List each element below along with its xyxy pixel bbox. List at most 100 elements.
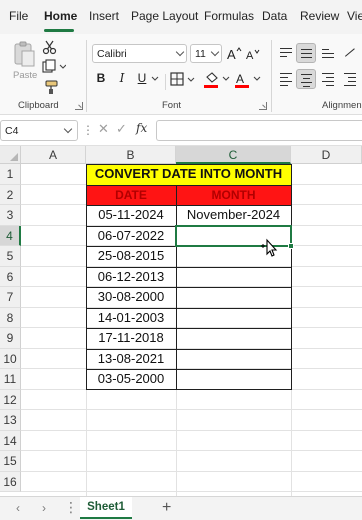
svg-text:A: A bbox=[246, 50, 254, 61]
month-header-cell[interactable]: MONTH bbox=[176, 184, 291, 205]
font-size-dropdown[interactable]: 11 bbox=[190, 44, 222, 63]
month-cell[interactable] bbox=[176, 267, 291, 288]
italic-button[interactable]: I bbox=[114, 71, 130, 85]
month-cell[interactable] bbox=[176, 349, 291, 370]
row-header-6[interactable]: 6 bbox=[0, 266, 21, 287]
date-cell[interactable]: 13-08-2021 bbox=[86, 349, 176, 370]
row-header-14[interactable]: 14 bbox=[0, 430, 21, 451]
row-header-12[interactable]: 12 bbox=[0, 389, 21, 410]
name-box[interactable]: C4 bbox=[0, 120, 78, 141]
select-all-button[interactable] bbox=[0, 146, 21, 164]
tab-insert[interactable]: Insert bbox=[89, 9, 119, 23]
date-cell[interactable]: 14-01-2003 bbox=[86, 308, 176, 329]
group-divider bbox=[86, 40, 87, 112]
month-cell[interactable]: November-2024 bbox=[176, 205, 291, 226]
ribbon-tab-bar: File Home Insert Page Layout Formulas Da… bbox=[0, 0, 362, 34]
row-header-13[interactable]: 13 bbox=[0, 410, 21, 431]
tab-view[interactable]: Vie bbox=[347, 9, 362, 23]
move-cursor-icon bbox=[261, 238, 278, 257]
row-header-7[interactable]: 7 bbox=[0, 287, 21, 308]
underline-button[interactable]: U bbox=[134, 71, 150, 85]
date-cell[interactable]: 06-07-2022 bbox=[86, 226, 176, 247]
enter-icon[interactable]: ✓ bbox=[116, 121, 127, 137]
chevron-down-icon[interactable] bbox=[150, 75, 160, 83]
format-painter-icon[interactable] bbox=[44, 80, 60, 95]
row-header-10[interactable]: 10 bbox=[0, 348, 21, 369]
fill-handle[interactable] bbox=[288, 243, 294, 249]
align-middle-button[interactable] bbox=[296, 43, 316, 63]
row-header-2[interactable]: 2 bbox=[0, 184, 21, 205]
date-cell[interactable]: 06-12-2013 bbox=[86, 267, 176, 288]
date-cell[interactable]: 30-08-2000 bbox=[86, 287, 176, 308]
tab-review[interactable]: Review bbox=[300, 9, 339, 23]
column-header-d[interactable]: D bbox=[291, 146, 362, 164]
month-cell[interactable] bbox=[176, 308, 291, 329]
month-cell[interactable] bbox=[176, 369, 291, 390]
add-sheet-button[interactable]: + bbox=[162, 499, 171, 517]
insert-function-button[interactable]: fx bbox=[136, 121, 147, 135]
align-center-button[interactable] bbox=[296, 69, 316, 89]
tab-page-layout[interactable]: Page Layout bbox=[131, 9, 198, 23]
row-header-1[interactable]: 1 bbox=[0, 164, 21, 185]
date-cell[interactable]: 17-11-2018 bbox=[86, 328, 176, 349]
svg-text:A: A bbox=[236, 72, 244, 86]
bold-button[interactable]: B bbox=[93, 71, 109, 85]
paste-button-label[interactable]: Paste bbox=[13, 70, 37, 81]
row-header-8[interactable]: 8 bbox=[0, 307, 21, 328]
table-row-divider bbox=[86, 307, 291, 309]
borders-icon[interactable] bbox=[170, 72, 196, 88]
chevron-down-icon bbox=[210, 47, 220, 57]
date-header-cell[interactable]: DATE bbox=[86, 184, 176, 205]
align-right-button[interactable] bbox=[318, 69, 338, 89]
alignment-group-label: Alignmen bbox=[322, 100, 362, 111]
clipboard-dialog-launcher-icon[interactable] bbox=[75, 102, 83, 110]
worksheet-grid[interactable]: A B C D 1 2 3 4 5 6 7 8 9 10 11 12 13 14 15 16 CONVERT … bbox=[0, 146, 362, 496]
tab-data[interactable]: Data bbox=[262, 9, 287, 23]
column-header-b[interactable]: B bbox=[86, 146, 176, 164]
table-row-divider bbox=[86, 348, 291, 350]
tab-formulas[interactable]: Formulas bbox=[204, 9, 254, 23]
font-size-value: 11 bbox=[195, 48, 206, 60]
row-header-9[interactable]: 9 bbox=[0, 328, 21, 349]
cut-icon[interactable] bbox=[42, 40, 58, 55]
title-cell[interactable]: CONVERT DATE INTO MONTH bbox=[86, 164, 291, 185]
formula-input[interactable] bbox=[156, 120, 362, 141]
sheet-more-icon[interactable]: ⋮ bbox=[64, 499, 78, 516]
next-sheet-icon[interactable]: › bbox=[42, 501, 46, 515]
row-header-5[interactable]: 5 bbox=[0, 246, 21, 267]
row-header-15[interactable]: 15 bbox=[0, 451, 21, 472]
row-header-11[interactable]: 11 bbox=[0, 369, 21, 390]
copy-icon[interactable] bbox=[42, 59, 66, 74]
column-header-c[interactable]: C bbox=[176, 146, 291, 164]
font-divider bbox=[165, 74, 166, 90]
row-header-16[interactable]: 16 bbox=[0, 471, 21, 492]
align-bottom-button[interactable] bbox=[318, 43, 338, 63]
row-header-3[interactable]: 3 bbox=[0, 205, 21, 226]
tab-home[interactable]: Home bbox=[44, 9, 77, 23]
table-row-divider bbox=[86, 184, 291, 186]
row-header-4[interactable]: 4 bbox=[0, 225, 21, 246]
column-header-a[interactable]: A bbox=[21, 146, 86, 164]
date-cell[interactable]: 25-08-2015 bbox=[86, 246, 176, 267]
date-cell[interactable]: 05-11-2024 bbox=[86, 205, 176, 226]
paste-icon[interactable] bbox=[12, 40, 36, 68]
prev-sheet-icon[interactable]: ‹ bbox=[16, 501, 20, 515]
align-left-button[interactable] bbox=[276, 69, 296, 89]
decrease-font-icon[interactable]: A bbox=[246, 47, 261, 61]
date-cell[interactable]: 03-05-2000 bbox=[86, 369, 176, 390]
orientation-button[interactable] bbox=[340, 43, 360, 63]
cancel-icon[interactable]: ✕ bbox=[98, 121, 109, 137]
font-color-icon[interactable]: A bbox=[234, 71, 262, 89]
align-top-button[interactable] bbox=[276, 43, 296, 63]
chevron-down-icon bbox=[63, 124, 73, 134]
month-cell[interactable] bbox=[176, 287, 291, 308]
sheet-tab-sheet1[interactable]: Sheet1 bbox=[80, 497, 132, 519]
fill-color-icon[interactable] bbox=[203, 71, 231, 89]
indent-button[interactable] bbox=[340, 69, 360, 89]
month-cell[interactable] bbox=[176, 328, 291, 349]
font-dialog-launcher-icon[interactable] bbox=[259, 102, 267, 110]
font-name-dropdown[interactable]: Calibri bbox=[92, 44, 187, 63]
tab-file[interactable]: File bbox=[9, 9, 28, 23]
table-row-divider bbox=[86, 266, 291, 268]
increase-font-icon[interactable]: A bbox=[227, 46, 242, 60]
